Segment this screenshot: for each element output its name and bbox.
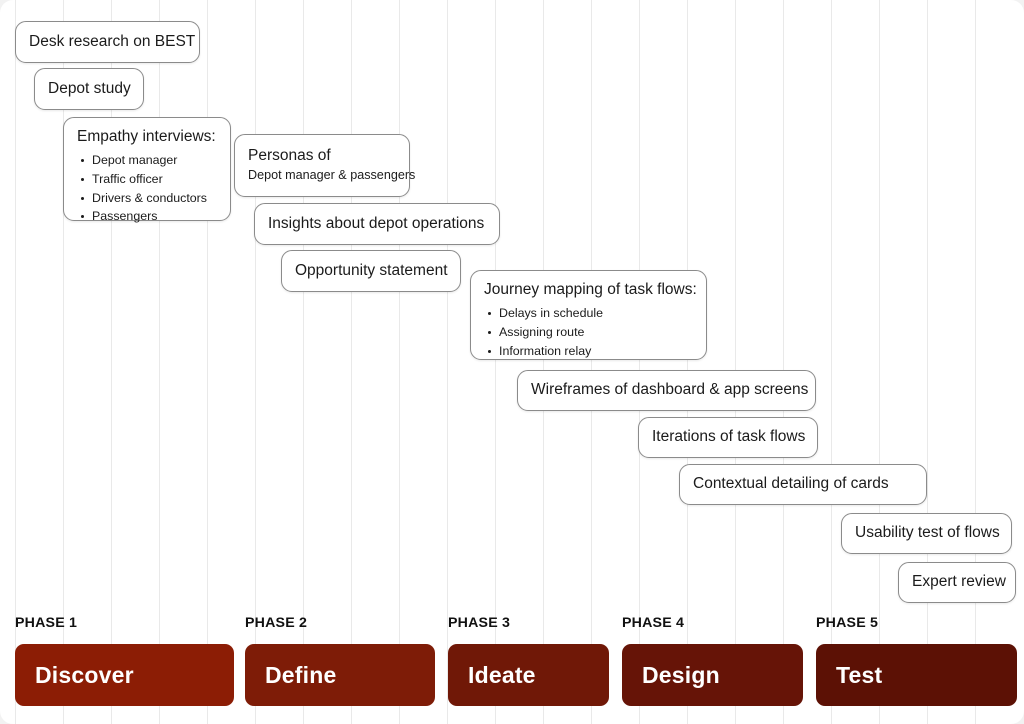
card-title: Empathy interviews:: [77, 128, 216, 145]
phase-label-2: PHASE 2: [245, 615, 308, 631]
timeline-card-usability-test[interactable]: Usability test of flows: [841, 513, 1012, 554]
phase-label-4: PHASE 4: [622, 615, 685, 631]
card-title: Wireframes of dashboard & app screens: [531, 381, 809, 399]
phase-label-3: PHASE 3: [448, 615, 511, 631]
card-bullet-list: Delays in schedule Assigning route Informa…: [484, 304, 693, 361]
phase-bar-define[interactable]: Define: [245, 644, 435, 706]
card-subtitle: Depot manager & passengers: [248, 168, 416, 183]
timeline-card-area: Desk research on BEST Depot study Empathy …: [0, 0, 1024, 610]
card-title: Insights about depot operations: [268, 214, 485, 232]
card-title: Journey mapping of task flows:: [484, 281, 697, 298]
card-bullet-item: Drivers & conductors: [77, 189, 217, 208]
phase-bar-label: Design: [642, 661, 720, 688]
timeline-card-iterations-task-flows[interactable]: Iterations of task flows: [638, 417, 818, 458]
phase-bar-test[interactable]: Test: [816, 644, 1017, 706]
phase-bar-design[interactable]: Design: [622, 644, 803, 706]
roadmap-canvas: Desk research on BEST Depot study Empathy …: [0, 0, 1024, 724]
timeline-card-desk-research[interactable]: Desk research on BEST: [15, 21, 200, 63]
timeline-card-journey-mapping[interactable]: Journey mapping of task flows: Delays in …: [470, 270, 707, 360]
phase-label-5: PHASE 5: [816, 615, 879, 631]
card-title: Usability test of flows: [855, 524, 1000, 542]
timeline-card-expert-review[interactable]: Expert review: [898, 562, 1016, 603]
phase-bar-ideate[interactable]: Ideate: [448, 644, 609, 706]
timeline-card-personas[interactable]: Personas of Depot manager & passengers: [234, 134, 416, 197]
card-title: Iterations of task flows: [652, 428, 806, 446]
phase-footer: PHASE 1 Discover PHASE 2 Define PHASE 3 Ideat…: [0, 608, 1024, 724]
phase-bar-label: Define: [265, 661, 337, 688]
phase-bar-discover[interactable]: Discover: [15, 644, 234, 706]
card-title: Depot study: [48, 79, 131, 97]
phase-bar-label: Ideate: [468, 661, 536, 688]
card-title: Desk research on BEST: [29, 32, 196, 50]
card-bullet-list: Depot manager Traffic officer Drivers & co…: [77, 151, 217, 226]
timeline-card-contextual-detailing[interactable]: Contextual detailing of cards: [679, 464, 927, 505]
timeline-card-opportunity-statement[interactable]: Opportunity statement: [281, 250, 461, 292]
card-bullet-item: Depot manager: [77, 151, 217, 170]
card-bullet-item: Information relay: [484, 342, 693, 361]
timeline-card-insights-depot-operations[interactable]: Insights about depot operations: [254, 203, 500, 245]
phase-label-1: PHASE 1: [15, 615, 78, 631]
card-title: Personas of: [248, 147, 331, 165]
card-bullet-item: Delays in schedule: [484, 304, 693, 323]
card-title: Expert review: [912, 573, 1006, 591]
phase-bar-label: Discover: [35, 661, 134, 688]
card-title: Contextual detailing of cards: [693, 475, 889, 493]
card-title: Opportunity statement: [295, 261, 448, 279]
card-bullet-item: Passengers: [77, 207, 217, 226]
card-bullet-item: Traffic officer: [77, 170, 217, 189]
timeline-card-wireframes[interactable]: Wireframes of dashboard & app screens: [517, 370, 816, 411]
timeline-card-depot-study[interactable]: Depot study: [34, 68, 144, 110]
phase-bar-label: Test: [836, 661, 883, 688]
card-bullet-item: Assigning route: [484, 323, 693, 342]
timeline-card-empathy-interviews[interactable]: Empathy interviews: Depot manager Traffic …: [63, 117, 231, 223]
